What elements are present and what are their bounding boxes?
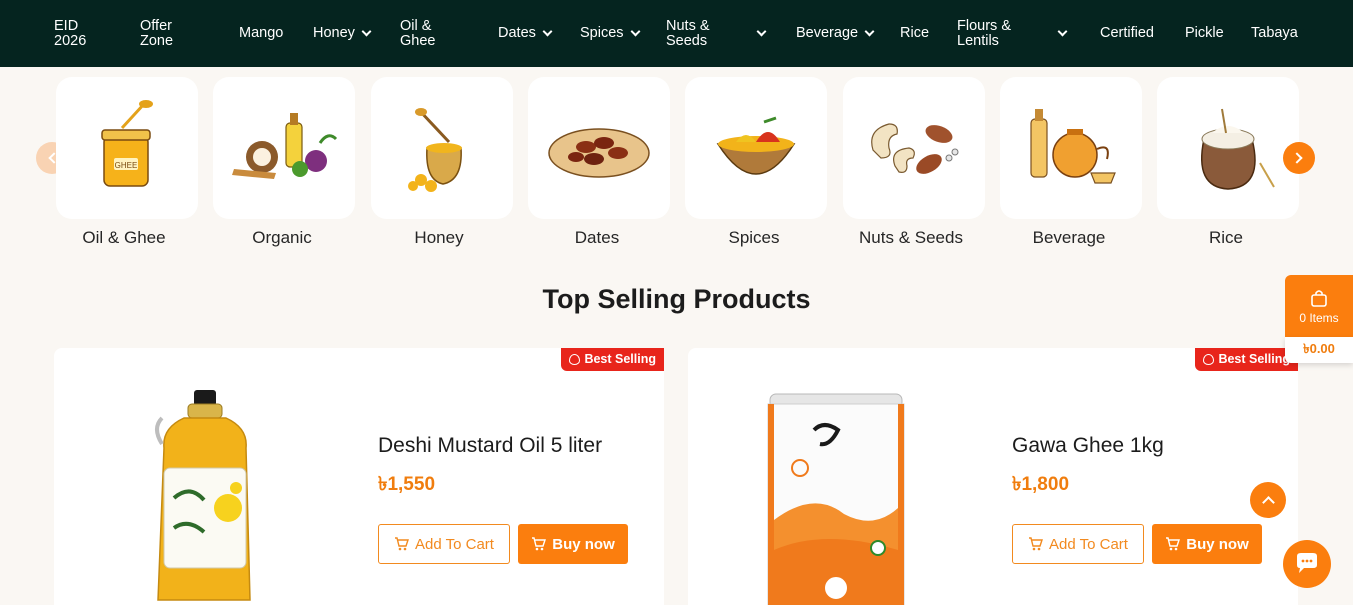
nav-label: Mango: [239, 25, 284, 41]
add-to-cart-button[interactable]: Add To Cart: [1012, 524, 1144, 564]
ghee-jar-icon: GHEE: [101, 100, 153, 187]
nav-label: Flours & Lentils: [957, 17, 1011, 49]
nav-item-tabaya[interactable]: Tabaya: [1251, 0, 1298, 67]
nav-label: Certified: [1100, 25, 1154, 41]
category-label: Rice: [1208, 228, 1243, 247]
floating-cart-widget[interactable]: 0 Items ৳0.00: [1285, 275, 1353, 363]
add-to-cart-button[interactable]: Add To Cart: [378, 524, 510, 564]
best-selling-badge: Best Selling: [561, 348, 664, 371]
cart-icon: [532, 537, 547, 551]
buy-now-label: Buy now: [1186, 535, 1249, 553]
scroll-to-top-button[interactable]: [1250, 482, 1286, 518]
section-title: Top Selling Products: [542, 284, 811, 314]
nav-item-beverage[interactable]: Beverage: [796, 0, 875, 67]
cart-icon: [1166, 537, 1181, 551]
chevron-up-icon: [1261, 495, 1275, 509]
buy-now-button[interactable]: Buy now: [1152, 524, 1262, 564]
nav-label: Dates: [498, 25, 536, 41]
nav-label: Offer Zone: [140, 17, 174, 49]
nav-label: EID 2026: [54, 17, 87, 49]
product-price: ৳1,550: [378, 474, 436, 495]
product-price: ৳1,800: [1012, 474, 1070, 495]
nuts-icon: [871, 123, 959, 174]
category-label: Dates: [574, 228, 620, 247]
category-label: Organic: [252, 228, 312, 247]
category-card-nuts-seeds[interactable]: [843, 77, 985, 219]
nav-item-certified[interactable]: Certified: [1100, 0, 1154, 67]
chevron-down-icon: [542, 26, 553, 37]
nav-item-spices[interactable]: Spices: [580, 0, 640, 67]
category-label: Nuts & Seeds: [859, 228, 963, 247]
nav-label: Tabaya: [1251, 25, 1298, 41]
nav-label: Beverage: [796, 25, 859, 41]
chevron-down-icon: [361, 26, 372, 37]
nav-item-mango[interactable]: Mango: [239, 0, 283, 67]
nav-item-nuts-seeds[interactable]: Nuts & Seeds: [666, 0, 767, 67]
badge-label: Best Selling: [584, 352, 656, 366]
chevron-down-icon: [756, 26, 767, 37]
ghee-tin-image: [767, 393, 905, 605]
spices-bowl-icon: [716, 116, 796, 175]
category-label: Honey: [414, 228, 464, 247]
nav-label: Pickle: [1185, 25, 1224, 41]
category-card-dates[interactable]: [528, 77, 670, 219]
nav-item-oil-ghee[interactable]: Oil & Ghee: [400, 0, 445, 67]
product-card-mustard-oil[interactable]: Best Selling Deshi Mustard Oil 5 liter ৳…: [54, 348, 664, 605]
buy-now-button[interactable]: Buy now: [518, 524, 628, 564]
cart-icon: [395, 537, 410, 551]
category-label: Spices: [728, 228, 780, 247]
add-to-cart-label: Add To Cart: [1049, 535, 1128, 553]
honey-pot-icon: [408, 108, 462, 192]
nav-label: Rice: [900, 25, 930, 41]
chat-button[interactable]: [1283, 540, 1331, 588]
top-navigation: EID 2026 Offer Zone Mango Honey Oil & Gh…: [0, 0, 1353, 67]
flame-icon: [569, 353, 581, 365]
organic-produce-icon: [232, 113, 338, 179]
beverage-icon: [1030, 109, 1116, 184]
nav-item-dates[interactable]: Dates: [498, 0, 553, 67]
add-to-cart-label: Add To Cart: [415, 535, 494, 553]
category-card-honey[interactable]: [371, 77, 513, 219]
product-name[interactable]: Gawa Ghee 1kg: [1012, 434, 1164, 458]
category-label: Oil & Ghee: [82, 228, 166, 247]
category-card-spices[interactable]: [685, 77, 827, 219]
nav-item-offer-zone[interactable]: Offer Zone: [140, 0, 200, 67]
chevron-down-icon: [630, 26, 640, 37]
nav-label: Nuts & Seeds: [666, 17, 710, 49]
nav-item-honey[interactable]: Honey: [313, 0, 372, 67]
product-card-ghee[interactable]: Best Selling Gawa Ghee 1kg ৳1,800 Add To…: [688, 348, 1298, 605]
cart-item-count: 0 Items: [1299, 310, 1339, 325]
category-card-rice[interactable]: [1157, 77, 1299, 219]
dates-bowl-icon: [548, 128, 650, 178]
chevron-down-icon: [1057, 26, 1068, 37]
cart-summary: 0 Items: [1285, 275, 1353, 337]
category-card-beverage[interactable]: [1000, 77, 1142, 219]
category-label: Beverage: [1032, 228, 1106, 247]
mustard-oil-bottle-image: [155, 390, 251, 601]
nav-label: Spices: [580, 25, 624, 41]
shopping-bag-icon: [1311, 289, 1327, 307]
cart-total: ৳0.00: [1285, 337, 1353, 363]
svg-text:GHEE: GHEE: [115, 161, 138, 170]
chat-bubble-icon: [1297, 553, 1317, 573]
category-card-organic[interactable]: [213, 77, 355, 219]
chevron-down-icon: [864, 26, 875, 37]
nav-label: Honey: [313, 25, 355, 41]
badge-label: Best Selling: [1218, 352, 1290, 366]
product-name[interactable]: Deshi Mustard Oil 5 liter: [378, 434, 602, 458]
flame-icon: [1203, 353, 1215, 365]
nav-label: Oil & Ghee: [400, 17, 436, 49]
buy-now-label: Buy now: [552, 535, 615, 553]
cart-icon: [1029, 537, 1044, 551]
nav-item-eid-2026[interactable]: EID 2026: [54, 0, 114, 67]
chevron-right-icon: [1291, 152, 1303, 164]
best-selling-badge: Best Selling: [1195, 348, 1298, 371]
nav-item-rice[interactable]: Rice: [900, 0, 929, 67]
nav-item-pickle[interactable]: Pickle: [1185, 0, 1224, 67]
nav-item-flours-lentils[interactable]: Flours & Lentils: [957, 0, 1068, 67]
rice-sack-icon: [1200, 108, 1275, 190]
carousel-next-button[interactable]: [1283, 142, 1315, 174]
category-card-oil-ghee[interactable]: GHEE: [56, 77, 198, 219]
